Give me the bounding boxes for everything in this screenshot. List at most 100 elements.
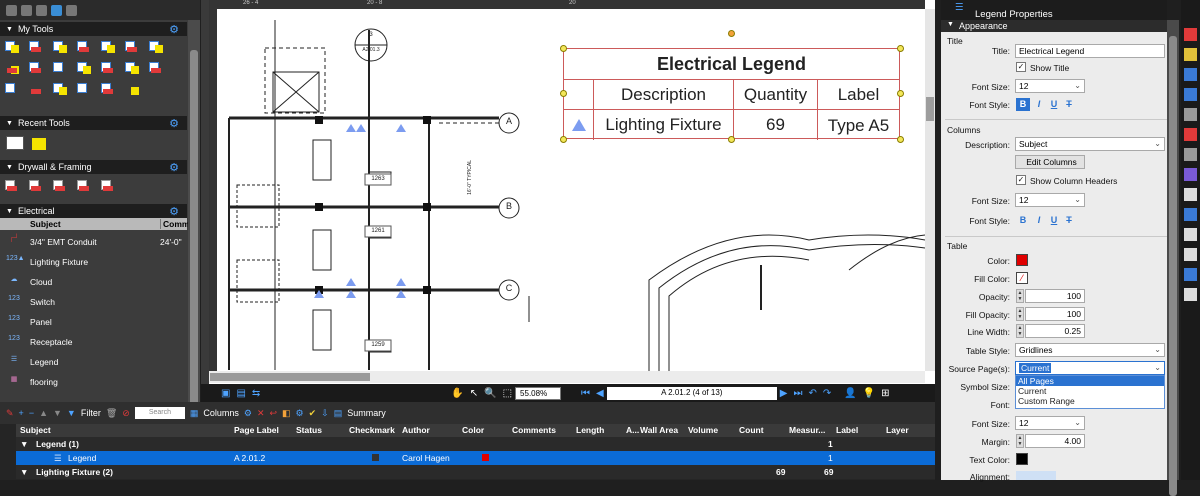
- margin-stepper[interactable]: ▲ ▼: [1016, 434, 1024, 448]
- column-header-subject[interactable]: Subject: [30, 219, 61, 229]
- settings-icon[interactable]: ⚙: [296, 408, 304, 419]
- recent-tool-item[interactable]: [32, 138, 46, 150]
- rotate-handle[interactable]: [728, 30, 735, 37]
- tool-item[interactable]: [52, 39, 69, 55]
- column-header[interactable]: Count: [739, 425, 764, 435]
- tool-item[interactable]: [28, 81, 45, 97]
- eraser-icon[interactable]: [1184, 128, 1197, 141]
- brush-icon[interactable]: [1184, 168, 1197, 181]
- tool-item[interactable]: [100, 60, 117, 76]
- column-font-size-select[interactable]: 12 ⌄: [1015, 193, 1085, 207]
- trash-icon[interactable]: 🗑: [106, 408, 117, 419]
- next-page-icon[interactable]: ▶: [780, 388, 788, 399]
- show-column-headers-checkbox[interactable]: ✓: [1016, 175, 1026, 185]
- column-header[interactable]: Author: [402, 425, 430, 435]
- pan-icon[interactable]: ✋: [451, 388, 463, 399]
- tool-item[interactable]: [124, 81, 141, 97]
- filter-icon[interactable]: ▼: [67, 408, 76, 418]
- columns-icon[interactable]: ▦: [190, 408, 199, 419]
- grid-icon[interactable]: ⊞: [881, 388, 889, 399]
- gear-icon[interactable]: ⚙: [169, 205, 179, 218]
- split-icon[interactable]: ▤: [236, 388, 245, 399]
- reply-icon[interactable]: ↩: [269, 408, 277, 419]
- first-page-icon[interactable]: ⏮: [581, 388, 590, 399]
- tool-item[interactable]: [4, 39, 21, 55]
- expand-icon[interactable]: ▼: [20, 467, 28, 477]
- ruler-icon[interactable]: [1184, 148, 1197, 161]
- fill-opacity-input[interactable]: 100: [1025, 307, 1085, 321]
- column-header[interactable]: Measur...: [789, 425, 825, 435]
- columns-button[interactable]: Columns: [203, 408, 239, 418]
- tool-item[interactable]: [4, 81, 21, 97]
- fill-opacity-stepper[interactable]: ▲ ▼: [1016, 307, 1024, 321]
- electrical-item[interactable]: 123▲ Lighting Fixture: [0, 252, 187, 272]
- pen-icon[interactable]: [1184, 68, 1197, 81]
- gear-icon[interactable]: ⚙: [244, 408, 252, 419]
- edit-columns-button[interactable]: Edit Columns: [1015, 155, 1085, 169]
- column-header[interactable]: Volume: [688, 425, 718, 435]
- tool-item[interactable]: [52, 178, 69, 194]
- summary-button[interactable]: Summary: [347, 408, 386, 418]
- scroll-thumb[interactable]: [190, 50, 198, 410]
- zoom-level-field[interactable]: 55.08%: [515, 386, 562, 400]
- move-up-icon[interactable]: ▲: [39, 408, 48, 418]
- compass-icon[interactable]: [1184, 228, 1197, 241]
- bold-button[interactable]: B: [1016, 214, 1030, 227]
- stamp-icon[interactable]: [1184, 188, 1197, 201]
- back-icon[interactable]: ↶: [808, 388, 816, 399]
- checkmark-box[interactable]: [372, 454, 379, 461]
- table-font-size-select[interactable]: 12 ⌄: [1015, 416, 1085, 430]
- section-drywall-framing[interactable]: ▼ Drywall & Framing ⚙: [0, 160, 187, 174]
- column-header-comments[interactable]: Comm: [160, 219, 189, 229]
- title-input[interactable]: Electrical Legend: [1015, 44, 1165, 58]
- drawing-horizontal-scrollbar[interactable]: [209, 371, 925, 383]
- markup-tool-icon[interactable]: ✎: [6, 408, 14, 419]
- column-header[interactable]: Status: [296, 425, 322, 435]
- add-icon[interactable]: +: [19, 408, 24, 418]
- electrical-item[interactable]: ☁ Cloud: [0, 272, 187, 292]
- alignment-buttons[interactable]: [1016, 471, 1056, 480]
- delete-icon[interactable]: ✕: [257, 408, 265, 419]
- line-width-input[interactable]: 0.25: [1025, 324, 1085, 338]
- table-style-select[interactable]: Gridlines ⌄: [1015, 343, 1165, 357]
- tool-item[interactable]: [148, 60, 165, 76]
- tool-item[interactable]: [100, 178, 117, 194]
- column-header[interactable]: Length: [576, 425, 604, 435]
- electrical-item[interactable]: 123 Panel: [0, 312, 187, 332]
- checkmark-icon[interactable]: ✔: [309, 408, 317, 419]
- thumbnails-icon[interactable]: ▣: [221, 388, 230, 399]
- tool-item[interactable]: [52, 81, 69, 97]
- tool-chest-scrollbar[interactable]: [188, 20, 200, 410]
- tool-item[interactable]: [4, 60, 21, 76]
- source-pages-select[interactable]: Current ⌄: [1015, 361, 1165, 375]
- tool-item[interactable]: [100, 39, 117, 55]
- warning-icon[interactable]: [1184, 248, 1197, 261]
- column-header[interactable]: Color: [462, 425, 484, 435]
- column-header[interactable]: Wall Area: [640, 425, 678, 435]
- search-input[interactable]: Search: [134, 407, 185, 419]
- electrical-item[interactable]: 123 Switch: [0, 292, 187, 312]
- text-color-swatch[interactable]: [1016, 453, 1028, 465]
- opacity-stepper[interactable]: ▲ ▼: [1016, 289, 1024, 303]
- column-header[interactable]: Subject: [20, 425, 51, 435]
- font-size-select[interactable]: 12 ⌄: [1015, 79, 1085, 93]
- status-icon[interactable]: ◧: [282, 408, 291, 419]
- last-page-icon[interactable]: ⏭: [793, 388, 802, 399]
- remove-icon[interactable]: −: [29, 408, 34, 418]
- tool-item[interactable]: [100, 81, 117, 97]
- markup-icon[interactable]: [1184, 28, 1197, 41]
- bulb-icon[interactable]: 💡: [863, 388, 875, 399]
- gear-icon[interactable]: [66, 4, 77, 16]
- select-icon[interactable]: ↖: [470, 388, 478, 399]
- zoom-area-icon[interactable]: ⬚: [503, 388, 512, 399]
- column-header[interactable]: Checkmark: [349, 425, 395, 435]
- column-header[interactable]: Label: [836, 425, 858, 435]
- sync-icon[interactable]: ⇆: [252, 388, 260, 399]
- italic-button[interactable]: I: [1032, 214, 1046, 227]
- electrical-item[interactable]: ▦ flooring: [0, 372, 187, 392]
- gear-icon[interactable]: ⚙: [169, 161, 179, 174]
- tool-item[interactable]: [28, 178, 45, 194]
- scroll-thumb[interactable]: [926, 97, 934, 121]
- recent-tool-item[interactable]: [6, 136, 24, 150]
- tool-item[interactable]: [76, 60, 93, 76]
